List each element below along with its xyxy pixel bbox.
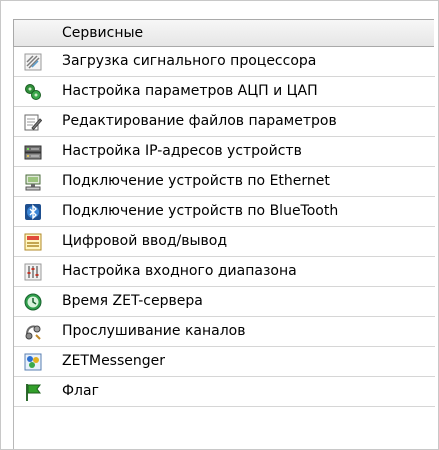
menu-header: Сервисные [13, 19, 434, 47]
input-range-icon [24, 263, 42, 281]
menu-item-label: Подключение устройств по BlueTooth [62, 203, 339, 219]
menu-item-label: Настройка параметров АЦП и ЦАП [62, 83, 318, 99]
menu-item-ethernet-connection[interactable]: Подключение устройств по Ethernet [14, 167, 435, 197]
menu-item-label: Прослушивание каналов [62, 323, 246, 339]
edit-file-icon [24, 114, 42, 131]
menu-item-flag[interactable]: Флаг [14, 377, 435, 407]
messenger-icon [24, 353, 42, 371]
menu-item-ip-address-settings[interactable]: Настройка IP-адресов устройств [14, 137, 435, 167]
menu-item-label: ZETMessenger [62, 353, 166, 369]
menu-item-label: Время ZET-сервера [62, 293, 203, 309]
menu-item-label: Подключение устройств по Ethernet [62, 173, 330, 189]
ethernet-icon [25, 174, 41, 191]
menu-item-zet-server-time[interactable]: Время ZET-сервера [14, 287, 435, 317]
listen-channels-icon [25, 325, 41, 340]
menu-list: Загрузка сигнального процессора Настройк… [13, 47, 435, 449]
menu-header-label: Сервисные [62, 25, 144, 41]
menu-item-label: Цифровой ввод/вывод [62, 233, 228, 249]
flag-icon [26, 384, 41, 401]
bluetooth-icon [25, 204, 41, 220]
menu-item-input-range-settings[interactable]: Настройка входного диапазона [14, 257, 435, 287]
server-time-icon [24, 293, 42, 311]
menu-item-adc-dac-settings[interactable]: Настройка параметров АЦП и ЦАП [14, 77, 435, 107]
menu-item-signal-processor-load[interactable]: Загрузка сигнального процессора [14, 47, 435, 77]
menu-item-digital-io[interactable]: Цифровой ввод/вывод [14, 227, 435, 257]
menu-item-label: Настройка IP-адресов устройств [62, 143, 302, 159]
menu-item-listen-channels[interactable]: Прослушивание каналов [14, 317, 435, 347]
menu-item-zetmessenger[interactable]: ZETMessenger [14, 347, 435, 377]
menu-item-label: Флаг [62, 383, 99, 399]
menu-item-label: Редактирование файлов параметров [62, 113, 337, 129]
menu-item-edit-parameter-files[interactable]: Редактирование файлов параметров [14, 107, 435, 137]
processor-chip-icon [24, 53, 42, 71]
menu-item-label: Загрузка сигнального процессора [62, 53, 317, 69]
menu-item-bluetooth-connection[interactable]: Подключение устройств по BlueTooth [14, 197, 435, 227]
menu-item-label: Настройка входного диапазона [62, 263, 297, 279]
network-device-icon [24, 145, 42, 160]
adc-dac-settings-icon [25, 84, 41, 100]
digital-io-icon [24, 233, 42, 251]
services-menu-window: Сервисные Загрузка сигнального процессор… [0, 0, 439, 450]
